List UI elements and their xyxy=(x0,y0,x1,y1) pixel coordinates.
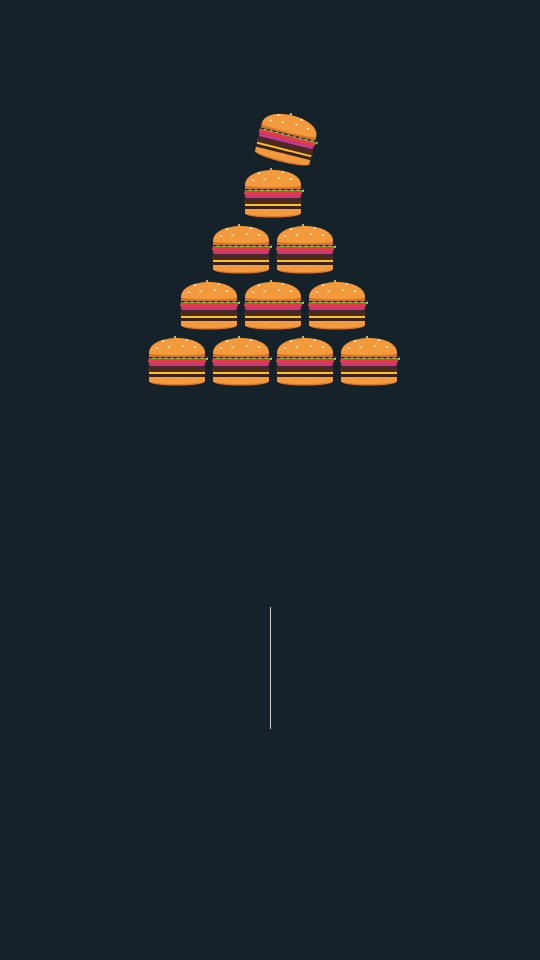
hamburger-icon xyxy=(145,325,209,389)
hamburger-icon xyxy=(209,213,273,277)
hamburger-icon xyxy=(305,269,369,333)
aim-line xyxy=(270,607,271,729)
hamburger-icon xyxy=(209,325,273,389)
burger-pyramid xyxy=(0,0,540,960)
game-stage[interactable] xyxy=(0,0,540,960)
hamburger-icon xyxy=(337,325,401,389)
hamburger-icon xyxy=(273,213,337,277)
hamburger-icon xyxy=(177,269,241,333)
hamburger-icon xyxy=(273,325,337,389)
hamburger-icon xyxy=(241,269,305,333)
